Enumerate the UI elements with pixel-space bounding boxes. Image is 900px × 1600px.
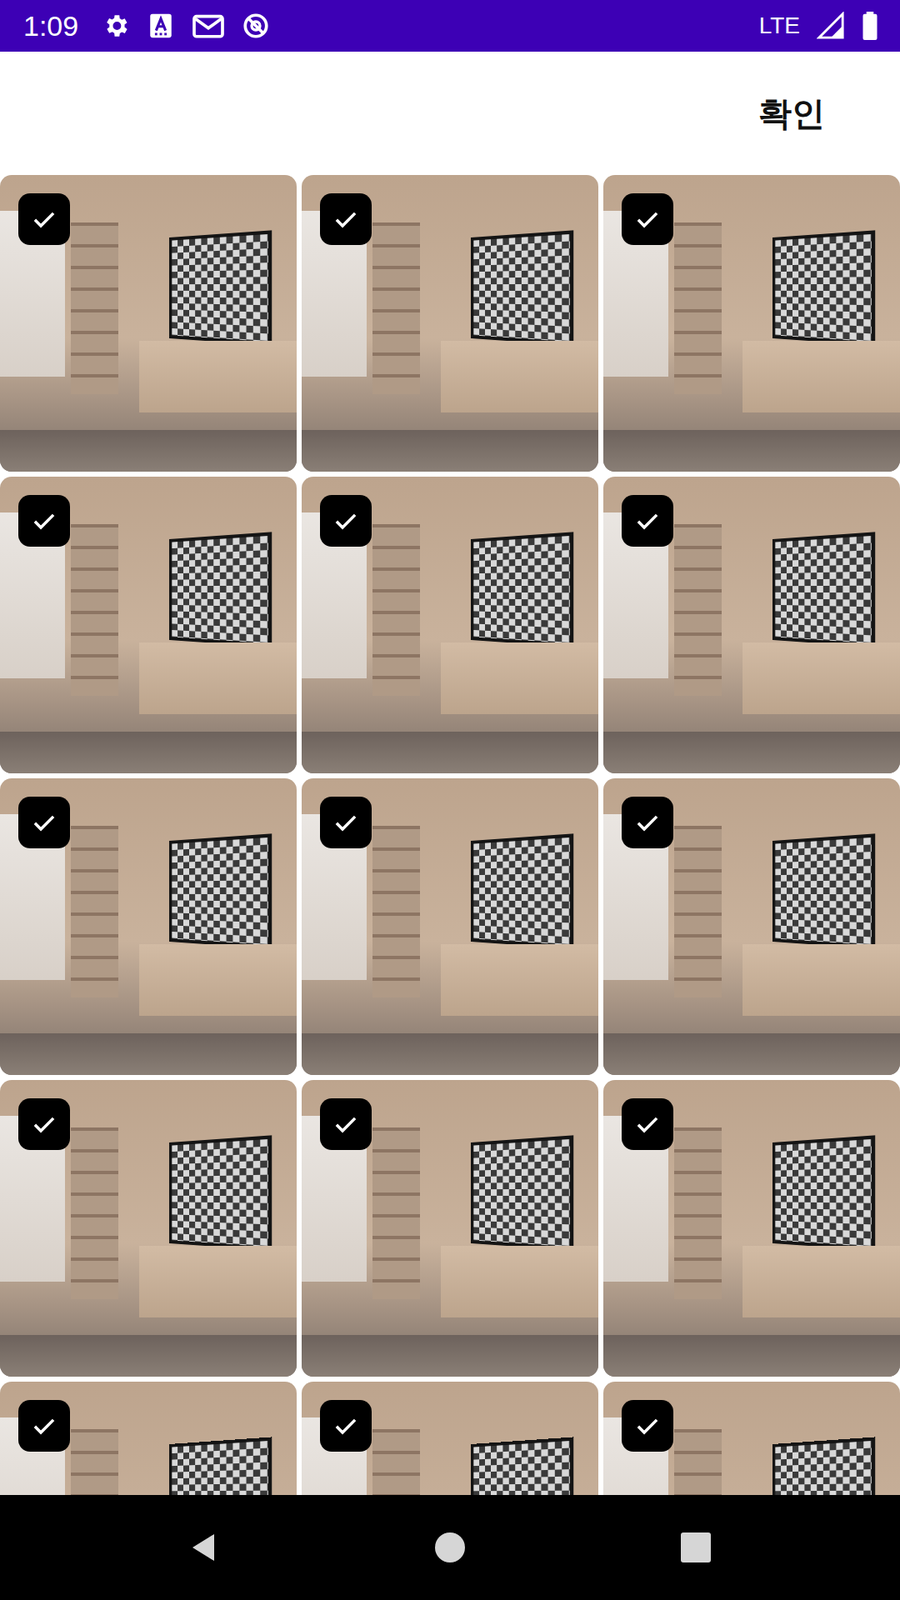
photo-tile[interactable] xyxy=(603,1080,900,1377)
photo-tile[interactable] xyxy=(301,778,599,1075)
check-icon xyxy=(28,1108,60,1140)
photo-grid xyxy=(0,175,900,1495)
recents-icon[interactable] xyxy=(679,1530,713,1565)
photo-tile[interactable] xyxy=(0,476,297,774)
photo-tile[interactable] xyxy=(301,175,599,472)
selection-badge[interactable] xyxy=(18,495,70,547)
check-icon xyxy=(631,1410,664,1442)
selection-badge[interactable] xyxy=(18,1400,70,1452)
selection-badge[interactable] xyxy=(621,796,674,849)
photo-tile[interactable] xyxy=(0,778,297,1075)
check-icon xyxy=(330,1108,362,1140)
signal-icon xyxy=(816,11,845,40)
selection-badge[interactable] xyxy=(621,1098,674,1150)
selection-badge[interactable] xyxy=(320,495,372,547)
check-icon xyxy=(330,1410,362,1442)
photo-tile[interactable] xyxy=(0,1080,297,1377)
gear-icon xyxy=(101,11,130,40)
photo-tile[interactable] xyxy=(603,175,900,472)
network-type: LTE xyxy=(759,12,800,40)
photo-tile[interactable] xyxy=(301,1381,599,1495)
photo-tile[interactable] xyxy=(603,476,900,774)
photo-tile[interactable] xyxy=(0,1381,297,1495)
check-icon xyxy=(631,1108,664,1140)
selection-badge[interactable] xyxy=(18,796,70,849)
check-icon xyxy=(28,806,60,839)
check-icon xyxy=(28,1410,60,1442)
check-icon xyxy=(330,505,362,537)
selection-badge[interactable] xyxy=(320,193,372,245)
photo-tile[interactable] xyxy=(301,1080,599,1377)
data-saver-icon xyxy=(241,11,270,40)
selection-badge[interactable] xyxy=(621,495,674,547)
photo-tile[interactable] xyxy=(0,175,297,472)
back-icon[interactable] xyxy=(187,1530,221,1565)
status-bar: 1:09 LTE xyxy=(0,0,900,52)
selection-badge[interactable] xyxy=(621,1400,674,1452)
selection-badge[interactable] xyxy=(320,1098,372,1150)
photo-tile[interactable] xyxy=(603,1381,900,1495)
selection-badge[interactable] xyxy=(18,193,70,245)
keyboard-a-icon xyxy=(146,11,175,40)
selection-badge[interactable] xyxy=(320,796,372,849)
selection-badge[interactable] xyxy=(621,193,674,245)
check-icon xyxy=(28,203,60,235)
mail-icon xyxy=(191,11,225,40)
selection-badge[interactable] xyxy=(320,1400,372,1452)
photo-picker-screen: 1:09 LTE 확인 xyxy=(0,0,900,1600)
check-icon xyxy=(631,505,664,537)
check-icon xyxy=(631,806,664,839)
photo-tile[interactable] xyxy=(301,476,599,774)
toolbar: 확인 xyxy=(0,51,900,175)
check-icon xyxy=(330,806,362,839)
check-icon xyxy=(330,203,362,235)
check-icon xyxy=(28,505,60,537)
home-icon[interactable] xyxy=(433,1530,467,1565)
photo-tile[interactable] xyxy=(603,778,900,1075)
confirm-button[interactable]: 확인 xyxy=(748,84,835,144)
clock: 1:09 xyxy=(23,10,79,43)
navigation-bar xyxy=(0,1495,900,1600)
selection-badge[interactable] xyxy=(18,1098,70,1150)
check-icon xyxy=(631,203,664,235)
battery-icon xyxy=(861,11,879,40)
